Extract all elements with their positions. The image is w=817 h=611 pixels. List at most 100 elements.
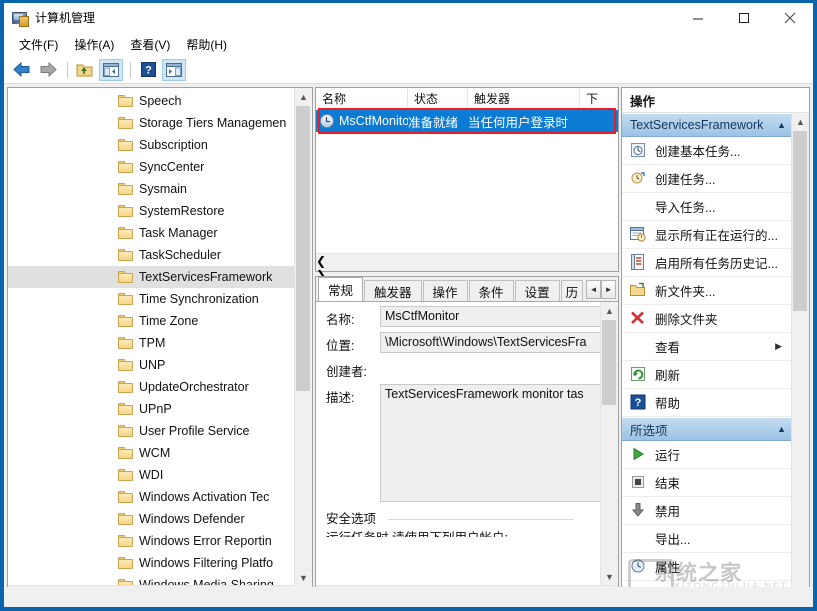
tree-item-label: UPnP <box>139 402 172 416</box>
value-description[interactable]: TextServicesFramework monitor tas <box>380 384 615 502</box>
tree-item[interactable]: Windows Filtering Platfo <box>8 552 295 574</box>
column-header-name[interactable]: 名称 <box>316 88 408 109</box>
menu-file[interactable]: 文件(F) <box>11 33 66 56</box>
action-menu-item[interactable]: 导出... <box>622 525 792 553</box>
submenu-arrow-icon[interactable]: ▶ <box>775 341 782 352</box>
tab-triggers[interactable]: 触发器 <box>364 280 422 301</box>
tab-settings[interactable]: 设置 <box>515 280 560 301</box>
tree-item[interactable]: WCM <box>8 442 295 464</box>
tree-item-label: Speech <box>139 94 181 108</box>
action-menu-item[interactable]: 结束 <box>622 469 792 497</box>
tree-item[interactable]: Time Zone <box>8 310 295 332</box>
label-name: 名称: <box>326 306 380 328</box>
forward-icon[interactable] <box>36 59 60 81</box>
action-menu-item[interactable]: 显示所有正在运行的... <box>622 221 792 249</box>
chevron-up-icon[interactable]: ▲ <box>777 120 786 130</box>
back-icon[interactable] <box>10 59 34 81</box>
tab-history[interactable]: 历 <box>561 280 584 301</box>
tree-item[interactable]: UNP <box>8 354 295 376</box>
close-button[interactable] <box>767 3 813 32</box>
action-menu-item[interactable]: 导入任务... <box>622 193 792 221</box>
action-menu-item[interactable]: 查看▶ <box>622 333 792 361</box>
security-options-divider <box>388 519 574 520</box>
action-menu-item[interactable]: 删除文件夹 <box>622 305 792 333</box>
detail-scroll-down-button[interactable]: ▼ <box>601 568 618 585</box>
folder-icon <box>118 161 133 173</box>
show-hide-action-pane-icon[interactable] <box>162 59 186 81</box>
minimize-button[interactable] <box>675 3 721 32</box>
no-icon-spacer <box>630 198 647 215</box>
title-bar: 计算机管理 <box>4 3 813 32</box>
tree-item[interactable]: SystemRestore <box>8 200 295 222</box>
tree-item[interactable]: Subscription <box>8 134 295 156</box>
tree-item[interactable]: TextServicesFramework <box>8 266 295 288</box>
actions-group-header[interactable]: 所选项▲ <box>622 417 792 441</box>
tree-item[interactable]: TaskScheduler <box>8 244 295 266</box>
tree-item[interactable]: WDI <box>8 464 295 486</box>
value-location[interactable]: \Microsoft\Windows\TextServicesFra <box>380 332 615 353</box>
tree-item[interactable]: Task Manager <box>8 222 295 244</box>
action-menu-item-label: 刷新 <box>655 365 680 384</box>
tree-item[interactable]: Windows Activation Tec <box>8 486 295 508</box>
maximize-button[interactable] <box>721 3 767 32</box>
tree-item-label: Windows Activation Tec <box>139 490 269 504</box>
tab-scroll-next-button[interactable]: ► <box>601 280 616 299</box>
tree-item-label: SyncCenter <box>139 160 204 174</box>
action-menu-item[interactable]: 刷新 <box>622 361 792 389</box>
show-hide-console-tree-icon[interactable] <box>99 59 123 81</box>
detail-vertical-scrollbar[interactable]: ▲ ▼ <box>600 302 618 585</box>
action-menu-item[interactable]: ?帮助 <box>622 389 792 417</box>
up-folder-icon[interactable] <box>73 59 97 81</box>
menu-help[interactable]: 帮助(H) <box>178 33 235 56</box>
action-menu-item-label: 属性 <box>655 557 680 576</box>
tree-item[interactable]: TPM <box>8 332 295 354</box>
tree-scroll-down-button[interactable]: ▼ <box>295 569 312 586</box>
list-scroll-left-button[interactable]: ❮ <box>316 254 618 268</box>
value-name[interactable]: MsCtfMonitor <box>380 306 615 327</box>
action-menu-item[interactable]: 新文件夹... <box>622 277 792 305</box>
tree-item[interactable]: UPnP <box>8 398 295 420</box>
menu-view[interactable]: 查看(V) <box>122 33 178 56</box>
no-icon-spacer <box>630 338 647 355</box>
tree-scroll-thumb[interactable] <box>296 106 310 391</box>
tree-item[interactable]: Sysmain <box>8 178 295 200</box>
actions-scroll-up-button[interactable]: ▲ <box>792 113 809 130</box>
tree-item[interactable]: Storage Tiers Managemen <box>8 112 295 134</box>
tree-item[interactable]: Windows Defender <box>8 508 295 530</box>
tree-item[interactable]: UpdateOrchestrator <box>8 376 295 398</box>
actions-group-header[interactable]: TextServicesFramework▲ <box>622 113 792 137</box>
main-panes: Speech Storage Tiers ManagemenSubscriptio… <box>4 84 813 607</box>
column-header-status[interactable]: 状态 <box>408 88 468 109</box>
detail-scroll-thumb[interactable] <box>602 320 616 405</box>
menu-action[interactable]: 操作(A) <box>66 33 122 56</box>
no-icon-spacer <box>630 530 647 547</box>
tree-item[interactable]: Time Synchronization <box>8 288 295 310</box>
tree-item[interactable]: Speech <box>8 90 295 112</box>
tab-scroll-prev-button[interactable]: ◄ <box>586 280 601 299</box>
tree-item[interactable]: SyncCenter <box>8 156 295 178</box>
action-menu-item[interactable]: 创建任务... <box>622 165 792 193</box>
tree-vertical-scrollbar[interactable]: ▲ ▼ <box>294 88 312 586</box>
tree-item[interactable]: Windows Error Reportin <box>8 530 295 552</box>
action-menu-item[interactable]: 禁用 <box>622 497 792 525</box>
action-menu-item[interactable]: 运行 <box>622 441 792 469</box>
detail-scroll-up-button[interactable]: ▲ <box>601 302 618 319</box>
column-header-trigger[interactable]: 触发器 <box>468 88 580 109</box>
action-menu-item[interactable]: 启用所有任务历史记... <box>622 249 792 277</box>
tab-general[interactable]: 常规 <box>318 277 363 301</box>
column-header-next-run[interactable]: 下 <box>580 88 618 109</box>
tab-conditions[interactable]: 条件 <box>469 280 514 301</box>
task-list-horizontal-scrollbar[interactable]: ❮ ❯ <box>316 253 618 271</box>
actions-scroll-thumb[interactable] <box>793 131 807 311</box>
table-row[interactable]: MsCtfMonitor 准备就绪 当任何用户登录时 <box>316 110 618 132</box>
action-menu-item[interactable]: 属性 <box>622 553 792 581</box>
action-menu-item[interactable]: 创建基本任务... <box>622 137 792 165</box>
help-icon[interactable]: ? <box>136 59 160 81</box>
chevron-up-icon[interactable]: ▲ <box>777 424 786 434</box>
tree-item[interactable]: User Profile Service <box>8 420 295 442</box>
field-row-name: 名称: MsCtfMonitor <box>316 302 618 328</box>
tab-actions[interactable]: 操作 <box>423 280 468 301</box>
actions-vertical-scrollbar[interactable]: ▲ ▼ <box>791 113 809 603</box>
tree-scroll-up-button[interactable]: ▲ <box>295 88 312 105</box>
folder-icon <box>118 183 133 195</box>
